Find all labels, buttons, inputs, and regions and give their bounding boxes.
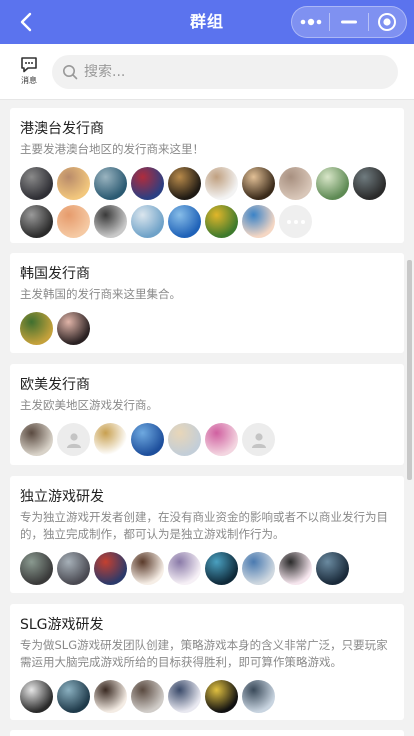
- messages-button[interactable]: 消息: [14, 56, 44, 90]
- member-avatar[interactable]: [57, 680, 90, 713]
- group-card-partial[interactable]: [10, 730, 404, 736]
- member-avatar[interactable]: [168, 167, 201, 200]
- member-avatar[interactable]: [316, 167, 349, 200]
- member-avatar[interactable]: [57, 552, 90, 585]
- group-title: 港澳台发行商: [20, 121, 104, 137]
- member-avatar[interactable]: [20, 205, 53, 238]
- group-card[interactable]: 独立游戏研发 专为独立游戏开发者创建，在没有商业资金的影响或者不以商业发行为目的…: [10, 476, 404, 593]
- more-members-button[interactable]: [279, 205, 312, 238]
- member-avatar[interactable]: [168, 680, 201, 713]
- member-avatar[interactable]: [57, 423, 90, 456]
- member-avatar[interactable]: [20, 167, 53, 200]
- group-description: 专为独立游戏开发者创建，在没有商业资金的影响或者不以商业发行为目的，独立完成制作…: [20, 510, 388, 541]
- member-avatar[interactable]: [168, 423, 201, 456]
- member-avatar[interactable]: [131, 423, 164, 456]
- nav-bar: 群组: [0, 0, 414, 44]
- member-avatar[interactable]: [20, 552, 53, 585]
- member-avatar[interactable]: [131, 680, 164, 713]
- member-avatar[interactable]: [94, 552, 127, 585]
- search-bar-row: 消息: [0, 44, 414, 100]
- member-avatar[interactable]: [57, 167, 90, 200]
- group-description: 主发韩国的发行商来这里集合。: [20, 287, 181, 301]
- chat-bubble-icon: [21, 57, 37, 73]
- member-avatar[interactable]: [242, 423, 275, 456]
- group-description: 主要发港澳台地区的发行商来这里！: [20, 142, 204, 156]
- member-avatar[interactable]: [205, 423, 238, 456]
- member-avatar[interactable]: [131, 205, 164, 238]
- member-avatar[interactable]: [94, 167, 127, 200]
- member-avatar[interactable]: [353, 167, 386, 200]
- member-avatar[interactable]: [205, 205, 238, 238]
- mini-program-capsule: [291, 6, 407, 38]
- default-user-icon: [251, 432, 266, 448]
- chevron-left-icon: [20, 12, 32, 32]
- member-avatar[interactable]: [242, 552, 275, 585]
- member-avatars: [20, 167, 398, 243]
- messages-label: 消息: [21, 76, 37, 85]
- member-avatar[interactable]: [20, 680, 53, 713]
- group-description: 专为做SLG游戏研发团队创建，策略游戏本身的含义非常广泛，只要玩家需运用大脑完成…: [20, 638, 388, 669]
- search-input[interactable]: [84, 64, 344, 80]
- member-avatar[interactable]: [205, 680, 238, 713]
- group-title: 欧美发行商: [20, 377, 90, 393]
- search-icon: [63, 65, 78, 80]
- member-avatar[interactable]: [242, 680, 275, 713]
- member-avatar[interactable]: [205, 552, 238, 585]
- back-button[interactable]: [12, 8, 40, 36]
- member-avatar[interactable]: [316, 552, 349, 585]
- member-avatar[interactable]: [279, 167, 312, 200]
- member-avatars: [20, 423, 398, 461]
- minimize-button[interactable]: [330, 7, 367, 37]
- group-title: 韩国发行商: [20, 266, 90, 282]
- close-miniprogram-button[interactable]: [369, 7, 406, 37]
- member-avatar[interactable]: [94, 423, 127, 456]
- scrollbar[interactable]: [407, 260, 412, 480]
- group-title: SLG游戏研发: [20, 617, 104, 633]
- group-card[interactable]: 港澳台发行商 主要发港澳台地区的发行商来这里！: [10, 108, 404, 243]
- member-avatar[interactable]: [94, 205, 127, 238]
- minus-icon: [340, 20, 357, 24]
- member-avatar[interactable]: [20, 312, 53, 345]
- group-title: 独立游戏研发: [20, 489, 104, 505]
- member-avatar[interactable]: [20, 423, 53, 456]
- member-avatar[interactable]: [242, 205, 275, 238]
- search-box[interactable]: [52, 55, 398, 89]
- member-avatar[interactable]: [168, 205, 201, 238]
- default-user-icon: [66, 432, 81, 448]
- member-avatar[interactable]: [131, 167, 164, 200]
- more-menu-button[interactable]: [292, 7, 329, 37]
- member-avatars: [20, 312, 398, 350]
- more-dots-icon: [300, 18, 321, 26]
- member-avatar[interactable]: [131, 552, 164, 585]
- member-avatar[interactable]: [168, 552, 201, 585]
- target-circle-icon: [378, 13, 397, 31]
- member-avatar[interactable]: [205, 167, 238, 200]
- group-card[interactable]: SLG游戏研发 专为做SLG游戏研发团队创建，策略游戏本身的含义非常广泛，只要玩…: [10, 604, 404, 720]
- group-card[interactable]: 韩国发行商 主发韩国的发行商来这里集合。: [10, 253, 404, 353]
- member-avatars: [20, 552, 398, 590]
- member-avatar[interactable]: [94, 680, 127, 713]
- ellipsis-icon: [286, 219, 291, 224]
- member-avatar[interactable]: [57, 312, 90, 345]
- group-card[interactable]: 欧美发行商 主发欧美地区游戏发行商。: [10, 364, 404, 465]
- group-description: 主发欧美地区游戏发行商。: [20, 398, 158, 412]
- member-avatar[interactable]: [279, 552, 312, 585]
- member-avatar[interactable]: [57, 205, 90, 238]
- member-avatars: [20, 680, 398, 718]
- member-avatar[interactable]: [242, 167, 275, 200]
- group-list: 港澳台发行商 主要发港澳台地区的发行商来这里！ 韩国发行商 主发韩国的发行商来这…: [0, 100, 414, 736]
